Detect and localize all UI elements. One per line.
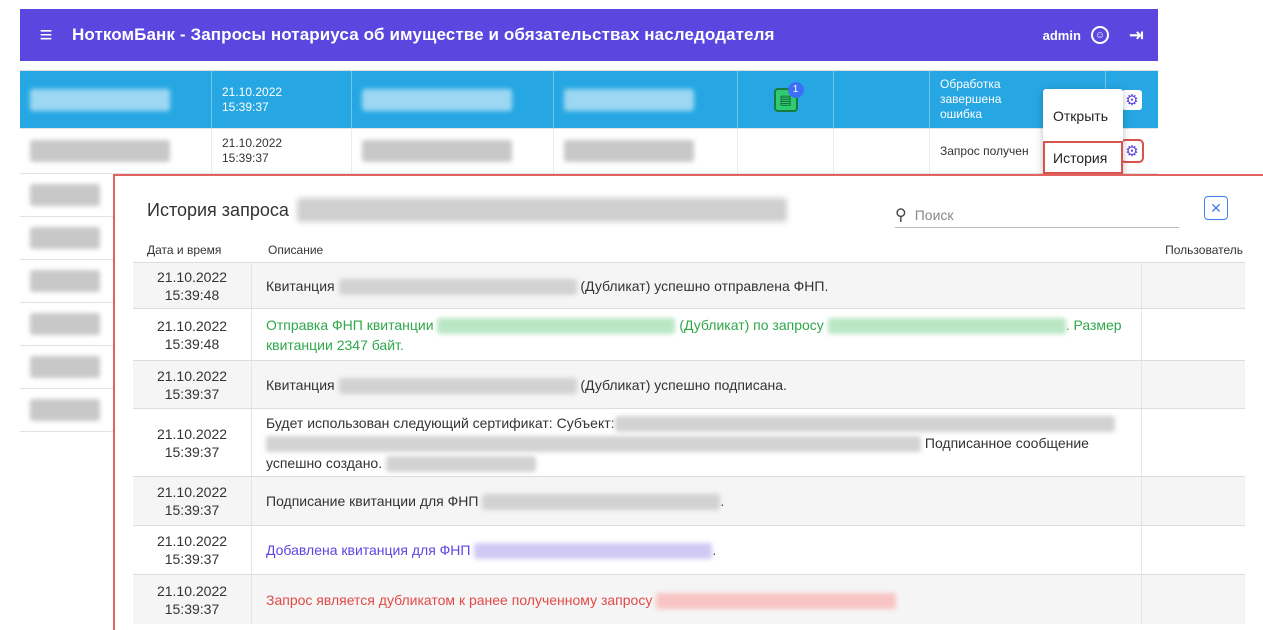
cell-datetime: 21.10.2022 15:39:37: [133, 409, 252, 476]
cell-datetime: 21.10.2022 15:39:37: [133, 575, 252, 624]
cell-datetime: 21.10.2022 15:39:37: [133, 526, 252, 574]
app-header: ≡ НоткомБанк - Запросы нотариуса об имущ…: [20, 9, 1158, 61]
close-button[interactable]: ✕: [1204, 196, 1228, 220]
cell-request-id: [20, 129, 212, 173]
hamburger-menu-icon[interactable]: ≡: [20, 9, 72, 61]
header-user-area: admin ☺ ⇥: [1043, 25, 1158, 46]
logout-icon[interactable]: ⇥: [1129, 25, 1144, 46]
history-table-body: 21.10.2022 15:39:48 Квитанция (Дубликат) …: [133, 262, 1245, 624]
cell-description: Запрос является дубликатом к ранее получ…: [252, 575, 1142, 624]
close-icon: ✕: [1210, 199, 1222, 216]
table-row[interactable]: 21.10.2022 15:39:37 Будет использован сле…: [133, 408, 1245, 476]
row-context-menu: Открыть История: [1043, 89, 1123, 177]
redacted-text: [614, 415, 1115, 432]
table-left-column: [20, 174, 115, 432]
cell-request-id: [20, 71, 212, 128]
cell-decedent: [554, 71, 738, 128]
redacted-text: [338, 278, 577, 295]
app-title: НоткомБанк - Запросы нотариуса об имущес…: [72, 25, 775, 44]
table-row[interactable]: [20, 346, 115, 389]
cell-description: Отправка ФНП квитанции (Дубликат) по зап…: [252, 309, 1142, 360]
cell-user: [1142, 526, 1245, 574]
table-row[interactable]: 21.10.2022 15:39:37 Запрос является дубли…: [133, 574, 1245, 624]
redacted-text: [338, 377, 577, 394]
cell-description: Квитанция (Дубликат) успешно подписана.: [252, 361, 1142, 408]
history-table-header: Дата и время Описание Пользователь: [133, 238, 1245, 262]
cell-empty: [834, 129, 930, 173]
redacted-text: [656, 592, 897, 609]
cell-user: [1142, 263, 1245, 308]
settings-gear-icon[interactable]: ⚙: [1120, 139, 1144, 163]
cell-decedent: [554, 129, 738, 173]
table-row[interactable]: 21.10.2022 15:39:37 Запрос получен ⚙: [20, 129, 1158, 174]
receipt-document-icon[interactable]: ▤ 1: [773, 81, 804, 112]
cell-notary: [352, 71, 554, 128]
cell-user: [1142, 575, 1245, 624]
redacted-text: [827, 317, 1066, 334]
cell-receipt: ▤ 1: [738, 71, 834, 128]
history-dialog: История запроса ⚲ Поиск ✕ Дата и время О…: [113, 174, 1263, 630]
cell-user: [1142, 477, 1245, 525]
cell-description: Квитанция (Дубликат) успешно отправлена …: [252, 263, 1142, 308]
search-field[interactable]: ⚲ Поиск: [895, 202, 1179, 228]
cell-date: 21.10.2022 15:39:37: [212, 71, 352, 128]
cell-user: [1142, 409, 1245, 476]
table-row[interactable]: [20, 174, 115, 217]
redacted-text: [266, 435, 921, 452]
search-icon: ⚲: [895, 206, 907, 224]
table-row[interactable]: [20, 217, 115, 260]
redacted-text: [437, 317, 676, 334]
settings-gear-icon[interactable]: ⚙: [1122, 89, 1142, 110]
cell-receipt: [738, 129, 834, 173]
column-header-datetime[interactable]: Дата и время: [133, 243, 250, 257]
table-row[interactable]: 21.10.2022 15:39:48 Отправка ФНП квитанци…: [133, 308, 1245, 360]
table-row[interactable]: [20, 389, 115, 432]
cell-datetime: 21.10.2022 15:39:37: [133, 477, 252, 525]
cell-user: [1142, 361, 1245, 408]
cell-empty: [834, 71, 930, 128]
request-id-redacted: [296, 198, 787, 222]
table-row[interactable]: [20, 303, 115, 346]
menu-item-history[interactable]: История: [1043, 141, 1123, 174]
column-header-description[interactable]: Описание: [250, 243, 1145, 257]
redacted-text: [474, 543, 713, 560]
cell-datetime: 21.10.2022 15:39:37: [133, 361, 252, 408]
user-name[interactable]: admin: [1043, 28, 1081, 43]
table-row-selected[interactable]: 21.10.2022 15:39:37 ▤ 1 Обработка заверше…: [20, 71, 1158, 129]
table-row[interactable]: 21.10.2022 15:39:37 Добавлена квитанция д…: [133, 525, 1245, 574]
table-row[interactable]: [20, 260, 115, 303]
redacted-text: [386, 455, 536, 472]
cell-date: 21.10.2022 15:39:37: [212, 129, 352, 173]
dialog-title: История запроса: [147, 199, 289, 220]
column-header-user[interactable]: Пользователь: [1145, 243, 1245, 257]
search-input[interactable]: Поиск: [915, 207, 954, 223]
cell-datetime: 21.10.2022 15:39:48: [133, 309, 252, 360]
table-row[interactable]: 21.10.2022 15:39:37 Квитанция (Дубликат) …: [133, 360, 1245, 408]
table-row[interactable]: 21.10.2022 15:39:37 Подписание квитанции …: [133, 476, 1245, 525]
user-account-icon[interactable]: ☺: [1090, 26, 1109, 44]
cell-notary: [352, 129, 554, 173]
requests-table: 21.10.2022 15:39:37 ▤ 1 Обработка заверше…: [20, 61, 1158, 174]
redacted-text: [482, 494, 721, 511]
cell-datetime: 21.10.2022 15:39:48: [133, 263, 252, 308]
table-row[interactable]: 21.10.2022 15:39:48 Квитанция (Дубликат) …: [133, 262, 1245, 308]
menu-item-open[interactable]: Открыть: [1043, 96, 1123, 136]
dialog-header: История запроса: [147, 198, 787, 222]
cell-description: Добавлена квитанция для ФНП .: [252, 526, 1142, 574]
table-row-partial: [20, 61, 1158, 71]
cell-description: Будет использован следующий сертификат: …: [252, 409, 1142, 476]
cell-description: Подписание квитанции для ФНП .: [252, 477, 1142, 525]
cell-user: [1142, 309, 1245, 360]
